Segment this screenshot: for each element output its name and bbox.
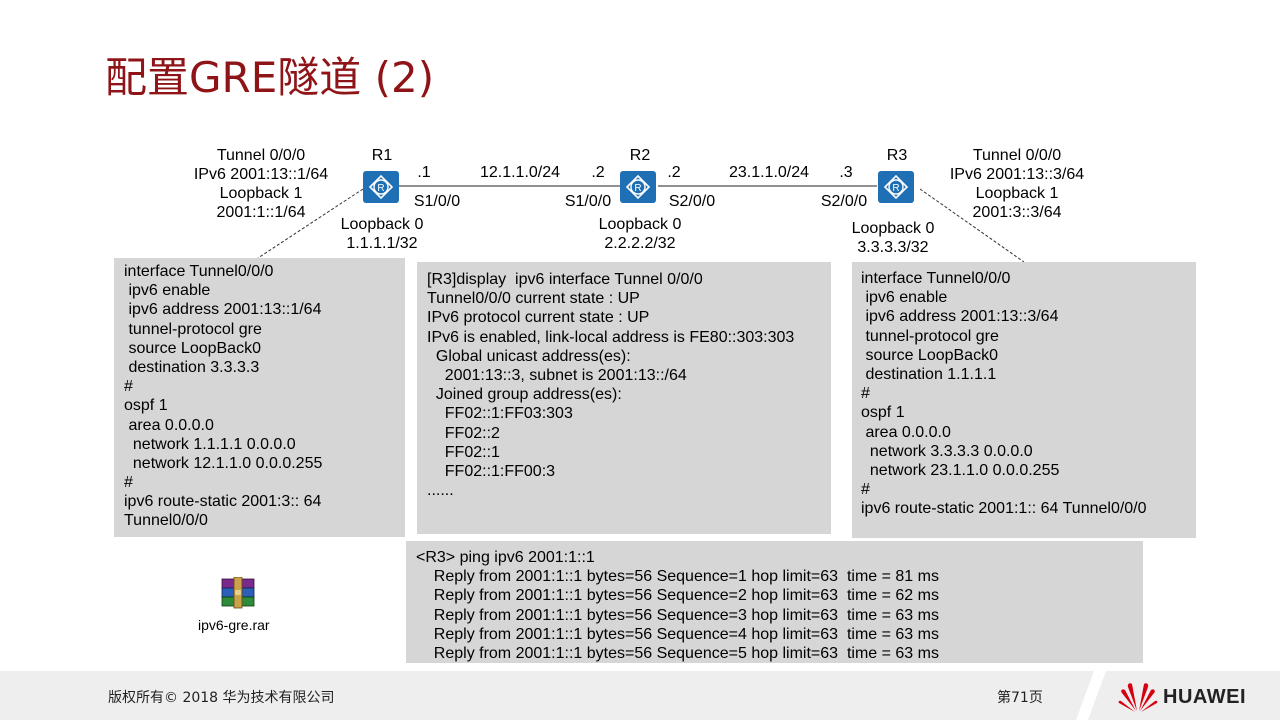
attachment[interactable]: ipv6-gre.rar <box>190 575 290 635</box>
code-line: ospf 1 <box>861 404 905 422</box>
link-r1-r2-network: 12.1.1.0/24 <box>479 164 561 181</box>
r1-loopback0-ip: 1.1.1.1/32 <box>346 235 418 252</box>
r1-host-id: .1 <box>417 164 431 181</box>
code-line: ipv6 route-static 2001:1:: 64 Tunnel0/0/… <box>861 500 1147 518</box>
huawei-brand-text: HUAWEI <box>1163 686 1246 708</box>
r3-loopback1-ip: 2001:3::3/64 <box>972 204 1062 221</box>
r2-host-id-left: .2 <box>591 164 605 181</box>
r2-host-id-right: .2 <box>667 164 681 181</box>
r3-loopback0-label: Loopback 0 <box>851 220 935 237</box>
footer-divider <box>1076 671 1106 720</box>
code-line: FF02::1:FF00:3 <box>427 462 556 480</box>
code-line: 2001:13::3, subnet is 2001:13::/64 <box>427 366 687 384</box>
r3-loopback1-label: Loopback 1 <box>975 185 1059 202</box>
code-line: ipv6 address 2001:13::1/64 <box>124 301 322 319</box>
code-line: ipv6 route-static 2001:3:: 64 <box>124 493 322 511</box>
code-line: network 3.3.3.3 0.0.0.0 <box>861 442 1033 460</box>
r1-tunnel-ip: IPv6 2001:13::1/64 <box>193 166 329 183</box>
attachment-filename: ipv6-gre.rar <box>198 617 270 633</box>
r1-loopback1-ip: 2001:1::1/64 <box>216 204 306 221</box>
code-line: Joined group address(es): <box>427 386 622 404</box>
code-line: source LoopBack0 <box>861 346 998 364</box>
code-line: Global unicast address(es): <box>427 347 631 365</box>
r3-loopback0-ip: 3.3.3.3/32 <box>857 239 929 256</box>
code-line: IPv6 protocol current state : UP <box>427 309 650 327</box>
router-r2-icon: R <box>620 171 656 203</box>
r2-name: R2 <box>629 147 651 164</box>
code-line: <R3> ping ipv6 2001:1::1 <box>416 549 595 566</box>
link-r2-r3-network: 23.1.1.0/24 <box>728 164 810 181</box>
code-line: network 12.1.1.0 0.0.0.255 <box>124 454 323 472</box>
code-line: [R3]display ipv6 interface Tunnel 0/0/0 <box>427 271 703 288</box>
r1-name: R1 <box>371 147 393 164</box>
r2-loopback0-ip: 2.2.2.2/32 <box>604 235 676 252</box>
code-line: Reply from 2001:1::1 bytes=56 Sequence=2… <box>416 587 939 605</box>
code-line: # <box>124 378 133 396</box>
code-line: Reply from 2001:1::1 bytes=56 Sequence=3… <box>416 606 939 624</box>
router-r3-icon: R <box>878 171 914 203</box>
code-line: interface Tunnel0/0/0 <box>124 263 274 280</box>
code-line: ipv6 address 2001:13::3/64 <box>861 308 1059 326</box>
r3-config-box: interface Tunnel0/0/0 ipv6 enable ipv6 a… <box>852 262 1196 538</box>
code-line: network 1.1.1.1 0.0.0.0 <box>124 435 296 453</box>
code-line: interface Tunnel0/0/0 <box>861 270 1011 287</box>
svg-text:R: R <box>634 183 641 194</box>
svg-text:R: R <box>892 183 899 194</box>
r2-interface-left: S1/0/0 <box>564 193 612 210</box>
r3-display-output-box: [R3]display ipv6 interface Tunnel 0/0/0 T… <box>417 262 831 534</box>
r1-interface: S1/0/0 <box>413 193 461 210</box>
r3-tunnel-ip: IPv6 2001:13::3/64 <box>949 166 1085 183</box>
r3-host-id: .3 <box>839 164 853 181</box>
winrar-archive-icon[interactable] <box>220 577 256 609</box>
footer-page-number: 第71页 <box>997 690 1043 706</box>
r3-name: R3 <box>886 147 908 164</box>
ping-output-box: <R3> ping ipv6 2001:1::1 Reply from 2001… <box>406 541 1143 663</box>
code-line: area 0.0.0.0 <box>861 423 951 441</box>
code-line: area 0.0.0.0 <box>124 416 214 434</box>
code-line: tunnel-protocol gre <box>861 327 999 345</box>
r2-interface-right: S2/0/0 <box>668 193 716 210</box>
r1-loopback0-label: Loopback 0 <box>340 216 424 233</box>
code-line: FF02::1 <box>427 443 500 461</box>
r3-tunnel-label: Tunnel 0/0/0 <box>972 147 1062 164</box>
code-line: ipv6 enable <box>861 289 948 307</box>
code-line: destination 3.3.3.3 <box>124 358 260 376</box>
router-r1-icon: R <box>363 171 399 203</box>
code-line: # <box>861 481 870 499</box>
code-line: FF02::2 <box>427 424 500 442</box>
r2-loopback0-label: Loopback 0 <box>598 216 682 233</box>
code-line: IPv6 is enabled, link-local address is F… <box>427 328 795 346</box>
footer-copyright: 版权所有© 2018 华为技术有限公司 <box>108 690 335 706</box>
r3-interface: S2/0/0 <box>820 193 868 210</box>
code-line: ...... <box>427 482 454 500</box>
code-line: Reply from 2001:1::1 bytes=56 Sequence=4… <box>416 625 939 643</box>
code-line: ospf 1 <box>124 397 168 415</box>
code-line: tunnel-protocol gre <box>124 320 262 338</box>
code-line: network 23.1.1.0 0.0.0.255 <box>861 461 1060 479</box>
code-line: Tunnel0/0/0 <box>124 512 208 530</box>
code-line: destination 1.1.1.1 <box>861 365 997 383</box>
svg-text:R: R <box>377 183 384 194</box>
code-line: Reply from 2001:1::1 bytes=56 Sequence=1… <box>416 568 939 586</box>
r1-loopback1-label: Loopback 1 <box>219 185 303 202</box>
code-line: FF02::1:FF03:303 <box>427 405 573 423</box>
code-line: source LoopBack0 <box>124 339 261 357</box>
r1-tunnel-label: Tunnel 0/0/0 <box>216 147 306 164</box>
r1-config-box: interface Tunnel0/0/0 ipv6 enable ipv6 a… <box>114 258 405 537</box>
huawei-logo-icon <box>1118 683 1158 712</box>
code-line: ipv6 enable <box>124 282 211 300</box>
code-line: # <box>124 474 133 492</box>
code-line: Tunnel0/0/0 current state : UP <box>427 290 640 308</box>
code-line: # <box>861 385 870 403</box>
code-line: Reply from 2001:1::1 bytes=56 Sequence=5… <box>416 644 939 662</box>
